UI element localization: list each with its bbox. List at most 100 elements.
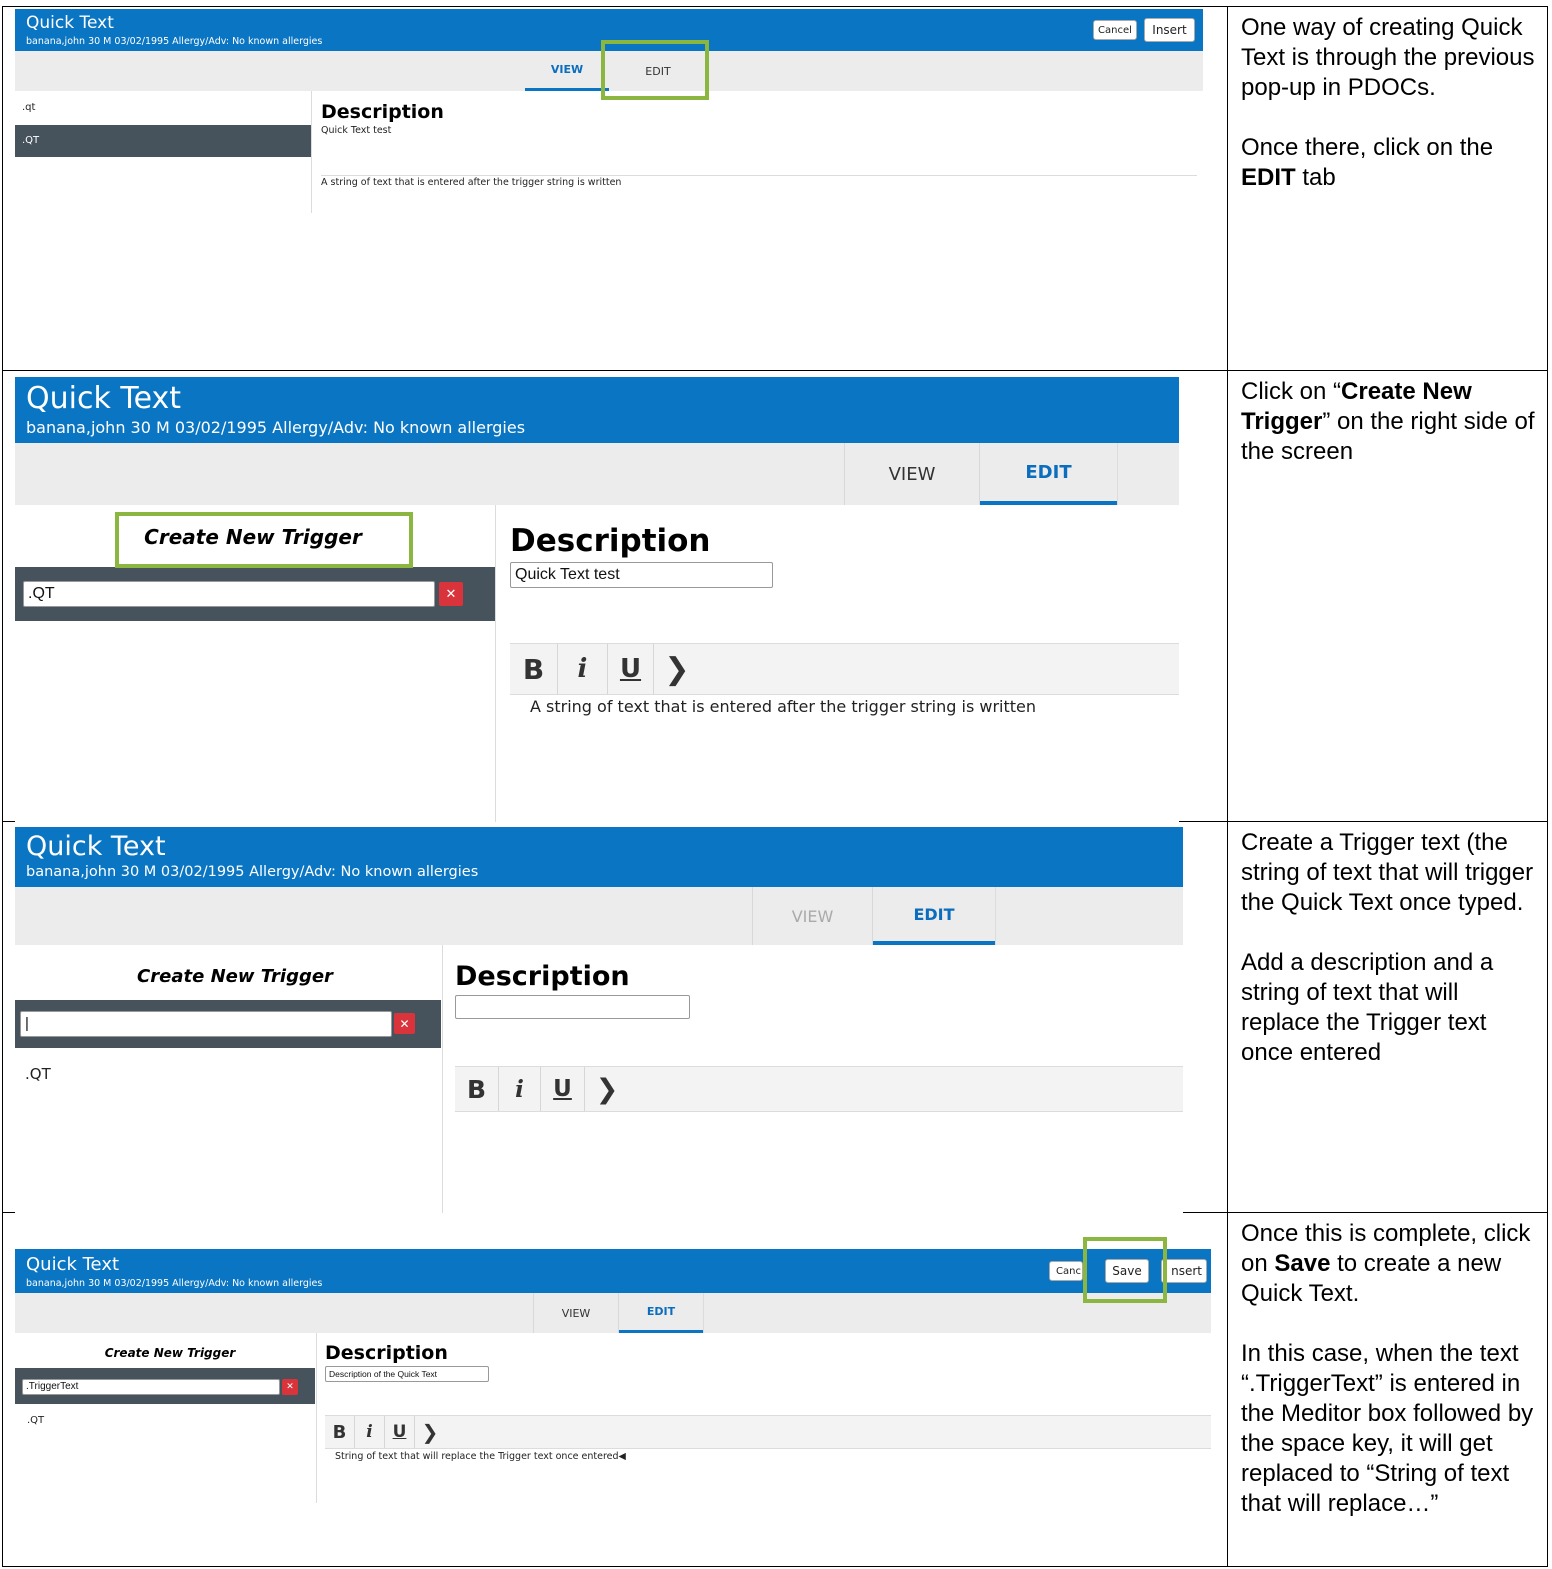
description-heading: Description [510, 523, 711, 559]
trigger-list: .qt .QT [15, 91, 311, 213]
step-1-row: Quick Text banana,john 30 M 03/02/1995 A… [3, 7, 1547, 371]
step-2-row: Quick Text banana,john 30 M 03/02/1995 A… [3, 371, 1547, 822]
save-button-highlight [1083, 1237, 1167, 1303]
tab-bar: VIEW EDIT [15, 443, 1179, 505]
list-item-selected[interactable]: .QT [15, 125, 311, 157]
note-paragraph: Create a Trigger text (the string of tex… [1241, 829, 1534, 916]
step-3-row: Quick Text banana,john 30 M 03/02/1995 A… [3, 822, 1547, 1213]
app-title: Quick Text [26, 831, 166, 862]
list-item[interactable]: .qt [15, 97, 311, 119]
body-text: String of text that will replace the Tri… [335, 1451, 626, 1462]
step-4-screenshot: Quick Text banana,john 30 M 03/02/1995 A… [15, 1249, 1211, 1504]
delete-trigger-button[interactable]: ✕ [394, 1013, 415, 1034]
tab-bar: VIEW EDIT [15, 887, 1183, 945]
cancel-button[interactable]: Canc [1049, 1261, 1083, 1281]
edit-tab-highlight [601, 40, 709, 100]
app-title: Quick Text [26, 13, 114, 33]
pane-divider [442, 945, 443, 1213]
tab-edit[interactable]: EDIT [619, 1293, 703, 1333]
tab-view[interactable]: VIEW [525, 51, 609, 91]
bold-button[interactable]: B [455, 1067, 499, 1111]
description-heading: Description [455, 961, 630, 992]
cancel-button[interactable]: Cancel [1093, 20, 1137, 40]
step-4-note: Once this is complete, click on Save to … [1241, 1219, 1541, 1519]
patient-banner: banana,john 30 M 03/02/1995 Allergy/Adv:… [26, 1278, 323, 1289]
note-text: tab [1295, 164, 1336, 191]
insert-button[interactable]: nsert [1161, 1259, 1207, 1283]
instruction-table: Quick Text banana,john 30 M 03/02/1995 A… [2, 6, 1548, 1567]
create-new-trigger-link[interactable]: Create New Trigger [115, 966, 355, 987]
underline-button[interactable]: U [541, 1067, 585, 1111]
trigger-edit-row: .TriggerText ✕ [15, 1368, 315, 1404]
italic-button[interactable]: i [355, 1416, 385, 1448]
note-paragraph: Once this is complete, click on Save to … [1241, 1219, 1541, 1309]
tab-view[interactable]: VIEW [844, 443, 980, 505]
pane-divider [311, 91, 312, 213]
note-paragraph: Once there, click on the EDIT tab [1241, 133, 1541, 193]
app-header: Quick Text banana,john 30 M 03/02/1995 A… [15, 1249, 1211, 1293]
description-value: Quick Text test [321, 125, 392, 136]
trigger-edit-row: | ✕ [15, 1000, 441, 1048]
tab-view[interactable]: VIEW [533, 1293, 619, 1333]
note-paragraph: Click on “Create New Trigger” on the rig… [1241, 377, 1541, 467]
description-input[interactable]: Description of the Quick Text [325, 1366, 489, 1382]
formatting-toolbar: B i U ❯ [325, 1415, 1211, 1449]
app-header: Quick Text banana,john 30 M 03/02/1995 A… [15, 377, 1179, 443]
trigger-input[interactable]: .TriggerText [22, 1379, 280, 1395]
note-bold: Save [1274, 1250, 1331, 1277]
step-1-note: One way of creating Quick Text is throug… [1241, 13, 1541, 193]
tab-divider [1117, 443, 1118, 505]
formatting-toolbar: B i U ❯ [455, 1066, 1183, 1112]
step-3-screenshot: Quick Text banana,john 30 M 03/02/1995 A… [15, 827, 1183, 1213]
trigger-input[interactable]: .QT [23, 581, 435, 607]
more-options-icon[interactable]: ❯ [415, 1416, 445, 1448]
pane-divider [495, 505, 496, 822]
note-text: Once there, click on the [1241, 134, 1494, 161]
editor-separator [321, 175, 1197, 176]
tab-view[interactable]: VIEW [752, 887, 873, 945]
app-title: Quick Text [26, 381, 182, 416]
italic-button[interactable]: i [558, 644, 608, 694]
more-options-icon[interactable]: ❯ [654, 644, 700, 694]
description-heading: Description [321, 101, 444, 123]
app-header: Quick Text banana,john 30 M 03/02/1995 A… [15, 827, 1183, 887]
delete-trigger-button[interactable]: ✕ [439, 582, 463, 606]
more-options-icon[interactable]: ❯ [585, 1067, 629, 1111]
underline-button[interactable]: U [608, 644, 654, 694]
create-new-trigger-link[interactable]: Create New Trigger [85, 1346, 255, 1360]
tab-bar: VIEW EDIT [15, 1293, 1211, 1333]
tab-edit[interactable]: EDIT [980, 443, 1117, 505]
body-text: A string of text that is entered after t… [321, 177, 622, 188]
list-item[interactable]: .QT [15, 1063, 441, 1085]
note-paragraph: One way of creating Quick Text is throug… [1241, 14, 1535, 101]
body-text: A string of text that is entered after t… [530, 697, 1036, 716]
step-3-note: Create a Trigger text (the string of tex… [1241, 828, 1541, 1068]
delete-trigger-button[interactable]: ✕ [282, 1379, 298, 1395]
description-input[interactable]: Quick Text test [510, 562, 773, 588]
note-text: Click on “ [1241, 378, 1342, 405]
tab-divider [995, 887, 996, 945]
description-heading: Description [325, 1342, 448, 1364]
patient-banner: banana,john 30 M 03/02/1995 Allergy/Adv:… [26, 418, 526, 437]
patient-banner: banana,john 30 M 03/02/1995 Allergy/Adv:… [26, 36, 323, 47]
underline-button[interactable]: U [385, 1416, 415, 1448]
trigger-edit-row: .QT ✕ [15, 567, 495, 621]
formatting-toolbar: B i U ❯ [510, 643, 1179, 695]
create-trigger-highlight [115, 512, 413, 568]
pane-divider [316, 1333, 317, 1503]
trigger-input[interactable]: | [20, 1011, 392, 1037]
note-bold: EDIT [1241, 164, 1296, 191]
list-item[interactable]: .QT [15, 1413, 315, 1429]
italic-button[interactable]: i [499, 1067, 541, 1111]
tab-edit[interactable]: EDIT [873, 887, 995, 945]
note-paragraph: In this case, when the text “.TriggerTex… [1241, 1340, 1534, 1517]
description-input[interactable] [455, 995, 690, 1019]
bold-button[interactable]: B [325, 1416, 355, 1448]
tab-divider [703, 1293, 704, 1333]
bold-button[interactable]: B [510, 644, 558, 694]
app-title: Quick Text [26, 1254, 120, 1275]
insert-button[interactable]: Insert [1144, 18, 1195, 42]
patient-banner: banana,john 30 M 03/02/1995 Allergy/Adv:… [26, 864, 479, 880]
note-paragraph: Add a description and a string of text t… [1241, 949, 1494, 1066]
step-4-row: Quick Text banana,john 30 M 03/02/1995 A… [3, 1213, 1547, 1568]
